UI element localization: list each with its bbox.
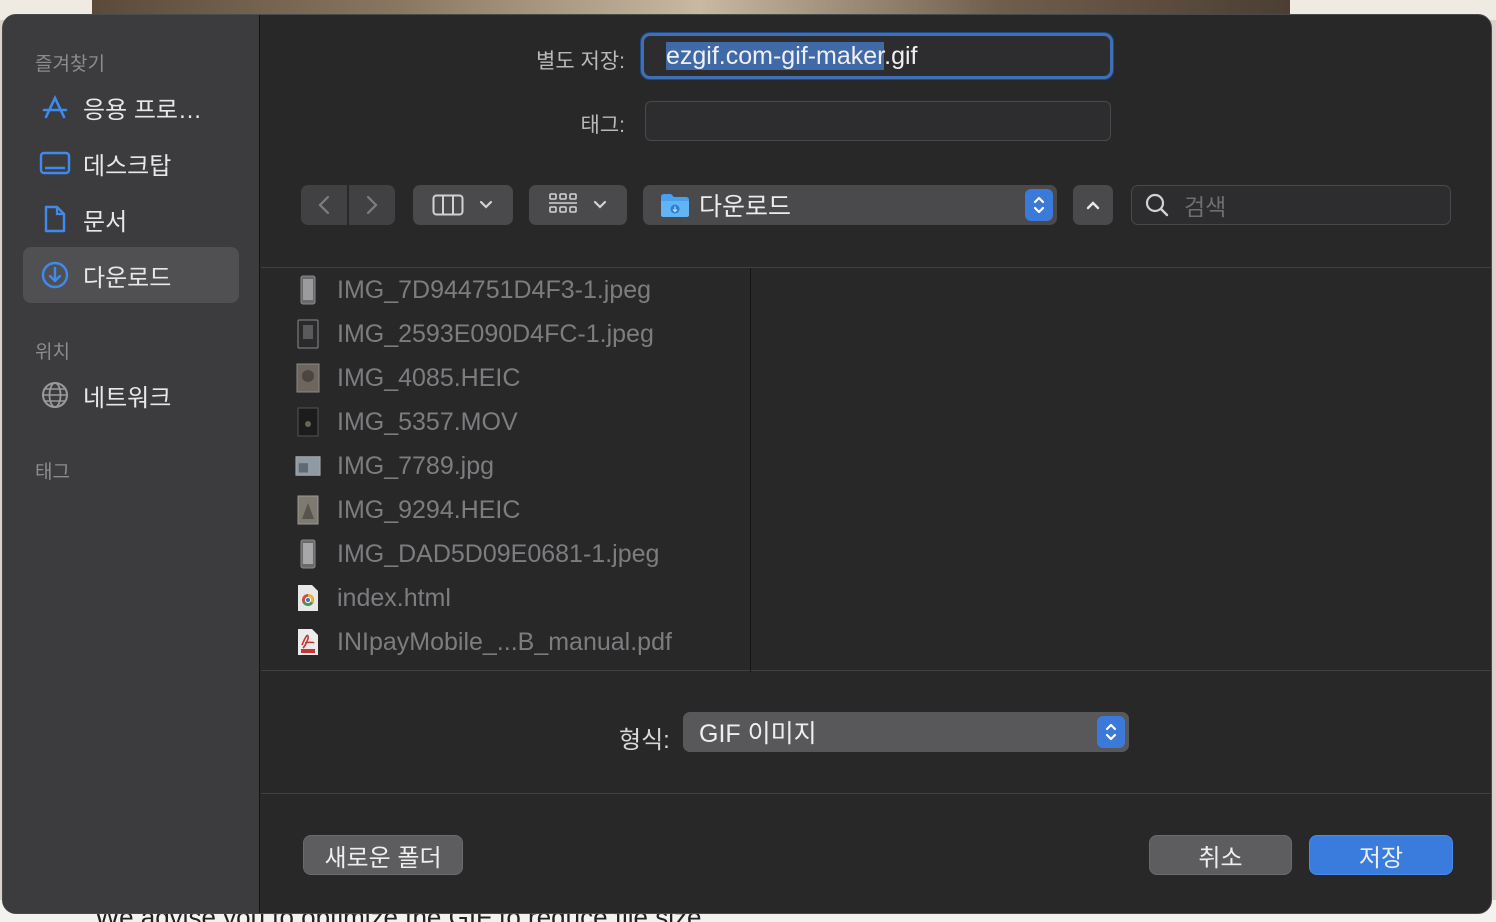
columns-view-icon	[432, 194, 464, 216]
file-name: IMG_4085.HEIC	[337, 363, 521, 392]
file-name: IMG_7789.jpg	[337, 451, 495, 480]
view-columns-button[interactable]	[413, 185, 513, 225]
up-down-chevron-icon	[1105, 723, 1117, 741]
format-label: 형식:	[619, 727, 670, 754]
format-popup[interactable]: GIF 이미지	[683, 712, 1129, 752]
phone-image-icon	[295, 275, 321, 305]
sidebar: 즐겨찾기 응용 프로… 데스크탑 문서 다운로드 위치 네트워크 태그	[3, 15, 260, 913]
locations-section-title: 위치	[35, 342, 70, 363]
search-icon	[1145, 193, 1169, 217]
desktop-icon	[39, 147, 71, 179]
sidebar-item-label: 네트워크	[83, 384, 172, 412]
tags-label: 태그:	[580, 114, 625, 137]
downloads-folder-icon	[661, 194, 689, 217]
filename-extension: .gif	[884, 42, 918, 70]
sidebar-item-label: 다운로드	[83, 264, 172, 292]
phone-image-icon	[295, 319, 321, 349]
file-browser: IMG_7D944751D4F3-1.jpeg IMG_2593E090D4FC…	[261, 267, 1491, 672]
sidebar-item-downloads[interactable]: 다운로드	[23, 247, 239, 303]
location-popup[interactable]: 다운로드	[643, 185, 1057, 225]
chevron-up-icon	[1086, 201, 1100, 210]
document-icon	[39, 203, 71, 235]
cancel-button[interactable]: 취소	[1149, 835, 1292, 875]
chrome-html-icon	[295, 583, 321, 613]
phone-image-icon	[295, 539, 321, 569]
list-item[interactable]: IMG_9294.HEIC	[295, 488, 520, 532]
download-icon	[39, 259, 71, 291]
list-item[interactable]: IMG_4085.HEIC	[295, 356, 520, 400]
list-item[interactable]: IMG_5357.MOV	[295, 400, 518, 444]
group-button[interactable]	[529, 185, 627, 225]
video-thumbnail-icon	[295, 407, 321, 437]
globe-icon	[39, 379, 71, 411]
list-item[interactable]: IMG_DAD5D09E0681-1.jpeg	[295, 532, 659, 576]
format-stepper	[1097, 716, 1125, 748]
selected-filename: ezgif.com-gif-maker	[666, 42, 885, 70]
list-item[interactable]: IMG_7D944751D4F3-1.jpeg	[295, 268, 651, 312]
sidebar-item-documents[interactable]: 문서	[23, 191, 239, 247]
applications-icon	[39, 91, 71, 123]
main-panel: 별도 저장: ezgif.com-gif-maker.gif 태그: 다운로드	[261, 15, 1491, 913]
file-column: IMG_7D944751D4F3-1.jpeg IMG_2593E090D4FC…	[261, 268, 751, 672]
save-as-label: 별도 저장:	[536, 50, 625, 73]
back-button[interactable]	[301, 185, 347, 225]
search-field[interactable]: 검색	[1131, 185, 1451, 225]
sidebar-item-label: 문서	[83, 208, 128, 236]
sidebar-item-applications[interactable]: 응용 프로…	[23, 79, 239, 135]
chevron-left-icon	[318, 195, 330, 215]
file-name: IMG_DAD5D09E0681-1.jpeg	[337, 539, 660, 568]
search-placeholder: 검색	[1184, 194, 1227, 220]
divider	[261, 793, 1491, 794]
sidebar-item-label: 응용 프로…	[83, 96, 202, 124]
location-stepper	[1025, 189, 1053, 221]
sidebar-item-network[interactable]: 네트워크	[23, 367, 239, 423]
save-as-input[interactable]: ezgif.com-gif-maker.gif	[641, 33, 1113, 79]
file-name: IMG_2593E090D4FC-1.jpeg	[337, 319, 654, 348]
up-down-chevron-icon	[1033, 196, 1045, 214]
current-folder-label: 다운로드	[699, 193, 792, 221]
list-item[interactable]: IMG_7789.jpg	[295, 444, 494, 488]
grid-group-icon	[549, 193, 577, 213]
sidebar-item-label: 데스크탑	[83, 152, 172, 180]
list-item[interactable]: INIpayMobile_...B_manual.pdf	[295, 620, 672, 664]
chevron-down-icon	[593, 200, 607, 209]
file-name: INIpayMobile_...B_manual.pdf	[337, 627, 672, 656]
collapse-button[interactable]	[1073, 185, 1113, 225]
pdf-icon	[295, 627, 321, 657]
file-name: IMG_7D944751D4F3-1.jpeg	[337, 275, 652, 304]
favorites-section-title: 즐겨찾기	[35, 54, 105, 75]
chevron-down-icon	[479, 200, 493, 209]
photo-thumbnail-icon	[295, 451, 321, 481]
new-folder-button[interactable]: 새로운 폴더	[303, 835, 463, 875]
list-item[interactable]: index.html	[295, 576, 451, 620]
file-name: IMG_5357.MOV	[337, 407, 518, 436]
save-button[interactable]: 저장	[1309, 835, 1453, 875]
format-value: GIF 이미지	[699, 720, 817, 748]
sidebar-item-desktop[interactable]: 데스크탑	[23, 135, 239, 191]
chevron-right-icon	[366, 195, 378, 215]
tags-section-title: 태그	[35, 462, 70, 483]
tags-input[interactable]	[645, 101, 1111, 141]
save-dialog: 즐겨찾기 응용 프로… 데스크탑 문서 다운로드 위치 네트워크 태그 별도 저…	[2, 14, 1492, 914]
forward-button[interactable]	[349, 185, 395, 225]
photo-thumbnail-icon	[295, 363, 321, 393]
list-item[interactable]: IMG_2593E090D4FC-1.jpeg	[295, 312, 654, 356]
file-name: IMG_9294.HEIC	[337, 495, 521, 524]
photo-thumbnail-icon	[295, 495, 321, 525]
file-name: index.html	[337, 583, 451, 612]
